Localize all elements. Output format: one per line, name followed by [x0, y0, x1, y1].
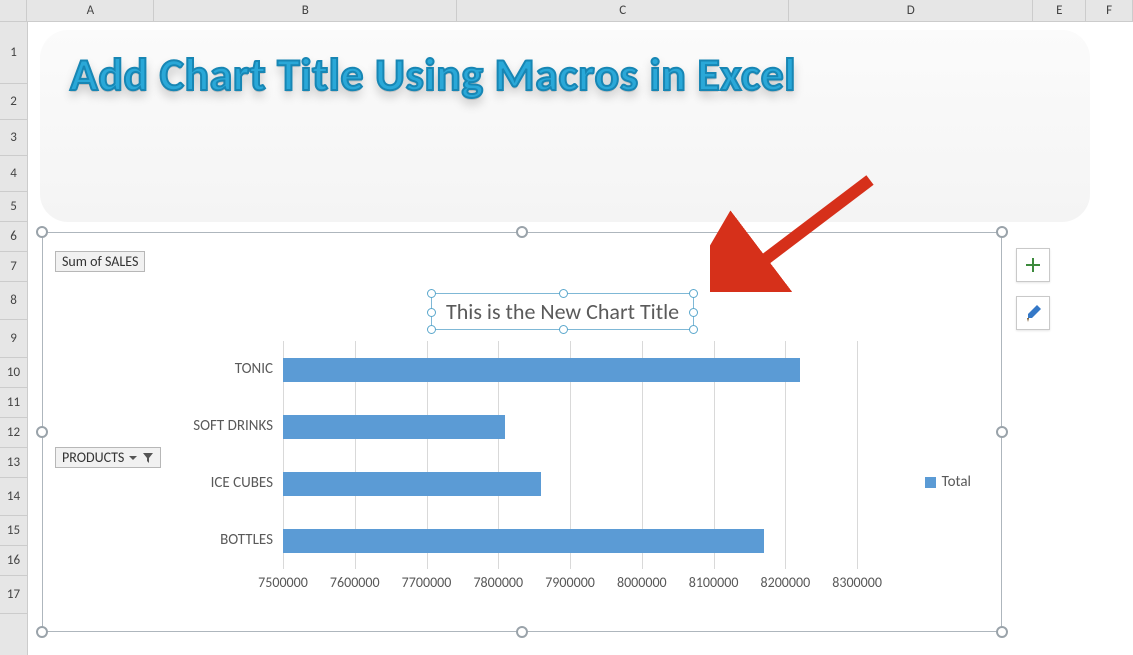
row-header-12[interactable]: 12: [0, 418, 27, 448]
category-label: SOFT DRINKS: [73, 417, 273, 435]
bar-ice-cubes[interactable]: [283, 472, 541, 496]
title-handle-se[interactable]: [689, 325, 698, 334]
category-label: ICE CUBES: [73, 474, 273, 492]
x-axis-tick-label: 7900000: [545, 574, 595, 591]
row-header-16[interactable]: 16: [0, 546, 27, 576]
chart-legend[interactable]: Total: [925, 473, 971, 491]
category-label: BOTTLES: [73, 531, 273, 549]
chart-styles-button[interactable]: [1016, 296, 1050, 330]
page-title-shape: Add Chart Title Using Macros in Excel: [40, 30, 1090, 222]
pivot-values-field-label: Sum of SALES: [62, 253, 138, 270]
title-handle-n[interactable]: [559, 289, 568, 298]
column-header-row: A B C D E F: [0, 0, 1133, 22]
select-all-corner[interactable]: [0, 0, 27, 21]
resize-handle-se[interactable]: [996, 626, 1008, 638]
row-header-3[interactable]: 3: [0, 120, 27, 156]
column-header-b[interactable]: B: [154, 0, 457, 21]
chart-title-textbox[interactable]: This is the New Chart Title: [431, 293, 694, 330]
resize-handle-s[interactable]: [516, 626, 528, 638]
resize-handle-w[interactable]: [36, 426, 48, 438]
title-handle-nw[interactable]: [427, 289, 436, 298]
pivot-values-field-button[interactable]: Sum of SALES: [55, 251, 145, 272]
row-header-4[interactable]: 4: [0, 156, 27, 192]
row-header-15[interactable]: 15: [0, 516, 27, 546]
row-header-column: 1234567891011121314151617: [0, 22, 28, 655]
row-header-7[interactable]: 7: [0, 252, 27, 282]
row-header-8[interactable]: 8: [0, 282, 27, 320]
title-handle-ne[interactable]: [689, 289, 698, 298]
title-handle-w[interactable]: [427, 308, 436, 317]
resize-handle-sw[interactable]: [36, 626, 48, 638]
x-axis-tick-label: 8300000: [832, 574, 882, 591]
x-axis-tick-label: 8100000: [689, 574, 739, 591]
x-axis-tick-label: 8200000: [761, 574, 811, 591]
bar-tonic[interactable]: [283, 358, 800, 382]
column-header-c[interactable]: C: [457, 0, 789, 21]
resize-handle-ne[interactable]: [996, 226, 1008, 238]
title-handle-e[interactable]: [689, 308, 698, 317]
page-title: Add Chart Title Using Macros in Excel: [70, 48, 1060, 102]
dropdown-icon: [128, 453, 138, 463]
filter-icon: [142, 452, 154, 464]
chart-elements-button[interactable]: [1016, 248, 1050, 282]
row-header-1[interactable]: 1: [0, 22, 27, 84]
legend-swatch: [925, 477, 936, 488]
resize-handle-n[interactable]: [516, 226, 528, 238]
row-header-2[interactable]: 2: [0, 84, 27, 120]
resize-handle-nw[interactable]: [36, 226, 48, 238]
column-header-f[interactable]: F: [1086, 0, 1133, 21]
brush-icon: [1023, 303, 1043, 323]
column-header-a[interactable]: A: [27, 0, 154, 21]
column-header-d[interactable]: D: [789, 0, 1033, 21]
title-handle-sw[interactable]: [427, 325, 436, 334]
row-header-17[interactable]: 17: [0, 576, 27, 614]
pivot-chart-object[interactable]: Sum of SALES PRODUCTS This is the New Ch…: [42, 232, 1002, 632]
row-header-11[interactable]: 11: [0, 388, 27, 418]
row-header-14[interactable]: 14: [0, 478, 27, 516]
chart-plot-area[interactable]: 7500000760000077000007800000790000080000…: [283, 341, 913, 591]
plus-icon: [1024, 256, 1042, 274]
row-header-6[interactable]: 6: [0, 222, 27, 252]
row-header-13[interactable]: 13: [0, 448, 27, 478]
x-axis-tick-label: 7500000: [258, 574, 308, 591]
resize-handle-e[interactable]: [996, 426, 1008, 438]
legend-label: Total: [942, 473, 971, 491]
pivot-axis-field-label: PRODUCTS: [62, 449, 124, 466]
title-handle-s[interactable]: [559, 325, 568, 334]
x-axis-tick-label: 7600000: [330, 574, 380, 591]
bar-soft-drinks[interactable]: [283, 415, 505, 439]
bar-bottles[interactable]: [283, 529, 764, 553]
x-axis-tick-label: 7700000: [402, 574, 452, 591]
row-header-9[interactable]: 9: [0, 320, 27, 358]
category-label: TONIC: [73, 360, 273, 378]
gridline: [857, 341, 858, 569]
row-header-10[interactable]: 10: [0, 358, 27, 388]
row-header-5[interactable]: 5: [0, 192, 27, 222]
chart-title-text: This is the New Chart Title: [446, 298, 679, 325]
x-axis-tick-label: 8000000: [617, 574, 667, 591]
column-header-e[interactable]: E: [1033, 0, 1086, 21]
pivot-axis-field-button[interactable]: PRODUCTS: [55, 447, 161, 468]
x-axis-tick-label: 7800000: [473, 574, 523, 591]
